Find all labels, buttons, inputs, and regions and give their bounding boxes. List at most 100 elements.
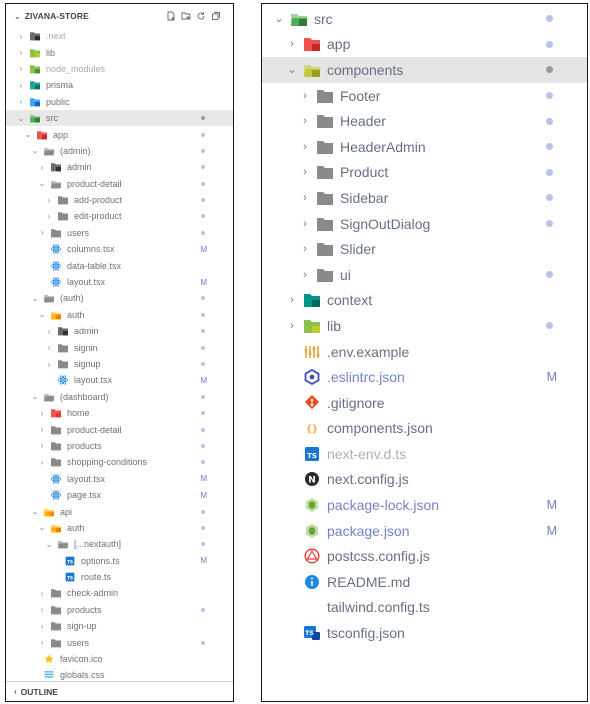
tree-item-product-detail[interactable]: ⌄ product-detail (6, 176, 233, 192)
tree-item-products[interactable]: › products (6, 602, 233, 618)
chevron-down-icon[interactable]: ⌄ (30, 507, 40, 516)
tree-item-footer[interactable]: › Footer (262, 83, 587, 109)
chevron-down-icon[interactable]: ⌄ (37, 179, 47, 188)
tree-item-columns-tsx[interactable]: columns.tsx M (6, 241, 233, 257)
tree-item-product-detail[interactable]: › product-detail (6, 421, 233, 437)
tree-item-check-admin[interactable]: › check-admin (6, 585, 233, 601)
tree-item-users[interactable]: › users (6, 225, 233, 241)
chevron-right-icon[interactable]: › (37, 458, 47, 467)
tree-item-ui[interactable]: › ui (262, 262, 587, 288)
chevron-right-icon[interactable]: › (16, 64, 26, 73)
tree-item-admin[interactable]: › admin (6, 159, 233, 175)
chevron-right-icon[interactable]: › (298, 218, 312, 230)
chevron-right-icon[interactable]: › (285, 320, 299, 332)
tree-item-auth[interactable]: ⌄ auth (6, 307, 233, 323)
chevron-right-icon[interactable]: › (298, 192, 312, 204)
tree-item-layout-tsx[interactable]: layout.tsx M (6, 274, 233, 290)
tree-item-src[interactable]: ⌄ src (6, 109, 233, 127)
chevron-right-icon[interactable]: › (298, 90, 312, 102)
chevron-down-icon[interactable]: ⌄ (30, 294, 40, 303)
chevron-down-icon[interactable]: ⌄ (272, 12, 286, 25)
tree-item-eslintrc-json[interactable]: .eslintrc.json M (262, 364, 587, 390)
chevron-right-icon[interactable]: › (37, 425, 47, 434)
chevron-right-icon[interactable]: › (44, 327, 54, 336)
tree-item-slider[interactable]: › Slider (262, 236, 587, 262)
chevron-right-icon[interactable]: › (298, 269, 312, 281)
chevron-right-icon[interactable]: › (44, 360, 54, 369)
chevron-right-icon[interactable]: › (16, 97, 26, 106)
chevron-right-icon[interactable]: › (44, 212, 54, 221)
tree-item-lib[interactable]: › lib (262, 313, 587, 339)
tree-item-package-json[interactable]: package.json M (262, 518, 587, 544)
tree-item-api[interactable]: ⌄ api (6, 503, 233, 519)
chevron-right-icon[interactable]: › (37, 163, 47, 172)
chevron-right-icon[interactable]: › (298, 115, 312, 127)
tree-item-gitignore[interactable]: .gitignore (262, 390, 587, 416)
tree-item-sign-up[interactable]: › sign-up (6, 618, 233, 634)
tree-item-data-table-tsx[interactable]: data-table.tsx (6, 257, 233, 273)
tree-item-edit-product[interactable]: › edit-product (6, 208, 233, 224)
tree-item-app[interactable]: ⌄ app (6, 126, 233, 142)
tree-item-product[interactable]: › Product (262, 160, 587, 186)
chevron-right-icon[interactable]: › (16, 81, 26, 90)
tree-item-auth[interactable]: ⌄ auth (6, 520, 233, 536)
chevron-right-icon[interactable]: › (16, 48, 26, 57)
tree-item-admin[interactable]: ⌄ (admin) (6, 143, 233, 159)
tree-item-users[interactable]: › users (6, 634, 233, 650)
tree-item-tailwind-config-ts[interactable]: tailwind.config.ts (262, 595, 587, 621)
outline-section-header[interactable]: › OUTLINE (6, 681, 233, 701)
tree-item-env-example[interactable]: .env.example (262, 339, 587, 365)
new-file-icon[interactable] (166, 11, 176, 21)
tree-item-products[interactable]: › products (6, 438, 233, 454)
tree-item-favicon-ico[interactable]: favicon.ico (6, 651, 233, 667)
tree-item-package-lock-json[interactable]: package-lock.json M (262, 492, 587, 518)
tree-item-nextauth[interactable]: ⌄ [...nextauth] (6, 536, 233, 552)
tree-item-src[interactable]: ⌄ src (262, 6, 587, 32)
tree-item-options-ts[interactable]: TS options.ts M (6, 553, 233, 569)
chevron-right-icon[interactable]: › (285, 294, 299, 306)
chevron-right-icon[interactable]: › (37, 409, 47, 418)
tree-item-route-ts[interactable]: TS route.ts (6, 569, 233, 585)
chevron-right-icon[interactable]: › (298, 166, 312, 178)
tree-item-components-json[interactable]: {} components.json (262, 416, 587, 442)
tree-item-auth[interactable]: ⌄ (auth) (6, 290, 233, 306)
chevron-right-icon[interactable]: › (37, 589, 47, 598)
chevron-down-icon[interactable]: ⌄ (37, 310, 47, 319)
chevron-right-icon[interactable]: › (16, 32, 26, 41)
chevron-right-icon[interactable]: › (285, 38, 299, 50)
tree-item-app[interactable]: › app (262, 32, 587, 58)
tree-item-layout-tsx[interactable]: layout.tsx M (6, 471, 233, 487)
chevron-down-icon[interactable]: ⌄ (44, 540, 54, 549)
tree-item-next-config-js[interactable]: Nnext.config.js (262, 467, 587, 493)
chevron-down-icon[interactable]: ⌄ (37, 523, 47, 532)
tree-item-prisma[interactable]: › prisma (6, 77, 233, 93)
tree-item-postcss-config-js[interactable]: postcss.config.js (262, 543, 587, 569)
chevron-right-icon[interactable]: › (37, 441, 47, 450)
tree-item-readme-md[interactable]: README.md (262, 569, 587, 595)
tree-item-page-tsx[interactable]: page.tsx M (6, 487, 233, 503)
explorer-header[interactable]: ⌄ ZIVANA-STORE (6, 4, 233, 28)
tree-item-signoutdialog[interactable]: › SignOutDialog (262, 211, 587, 237)
tree-item-header[interactable]: › Header (262, 108, 587, 134)
tree-item-layout-tsx[interactable]: layout.tsx M (6, 372, 233, 388)
tree-item-signin[interactable]: › signin (6, 339, 233, 355)
refresh-icon[interactable] (196, 11, 206, 21)
chevron-right-icon[interactable]: › (44, 196, 54, 205)
chevron-down-icon[interactable]: ⌄ (14, 12, 21, 21)
tree-item-next-env-d-ts[interactable]: TS next-env.d.ts (262, 441, 587, 467)
chevron-down-icon[interactable]: ⌄ (30, 146, 40, 155)
tree-item-lib[interactable]: › lib (6, 44, 233, 60)
tree-item-headeradmin[interactable]: › HeaderAdmin (262, 134, 587, 160)
tree-item-signup[interactable]: › signup (6, 356, 233, 372)
tree-item-add-product[interactable]: › add-product (6, 192, 233, 208)
chevron-right-icon[interactable]: › (44, 343, 54, 352)
tree-item-home[interactable]: › home (6, 405, 233, 421)
chevron-right-icon[interactable]: › (37, 228, 47, 237)
chevron-right-icon[interactable]: › (298, 141, 312, 153)
collapse-all-icon[interactable] (211, 11, 221, 21)
chevron-right-icon[interactable]: › (298, 243, 312, 255)
chevron-down-icon[interactable]: ⌄ (23, 130, 33, 139)
tree-item-dashboard[interactable]: ⌄ (dashboard) (6, 389, 233, 405)
tree-item-shopping-conditions[interactable]: › shopping-conditions (6, 454, 233, 470)
chevron-right-icon[interactable]: › (14, 687, 17, 696)
